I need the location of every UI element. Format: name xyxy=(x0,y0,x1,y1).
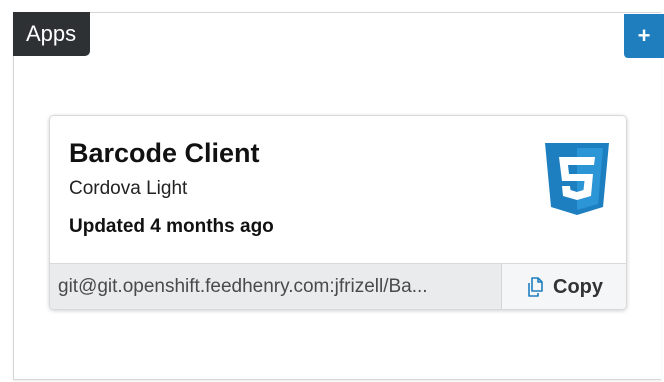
app-updated: Updated 4 months ago xyxy=(69,216,274,237)
copy-button-label: Copy xyxy=(553,275,603,298)
html5-icon xyxy=(545,143,609,215)
plus-icon: + xyxy=(637,23,651,48)
copy-button[interactable]: Copy xyxy=(501,264,626,309)
app-title: Barcode Client xyxy=(69,138,260,168)
git-url-field[interactable]: git@git.openshift.feedhenry.com:jfrizell… xyxy=(58,264,498,309)
app-template: Cordova Light xyxy=(69,178,188,199)
panel-title: Apps xyxy=(13,12,91,56)
copy-icon xyxy=(528,277,543,297)
add-app-button[interactable]: + xyxy=(624,14,664,58)
panel-title-label: Apps xyxy=(26,21,77,46)
git-url-bar: git@git.openshift.feedhenry.com:jfrizell… xyxy=(50,263,626,309)
app-card[interactable]: Barcode Client Cordova Light Updated 4 m… xyxy=(49,115,627,310)
